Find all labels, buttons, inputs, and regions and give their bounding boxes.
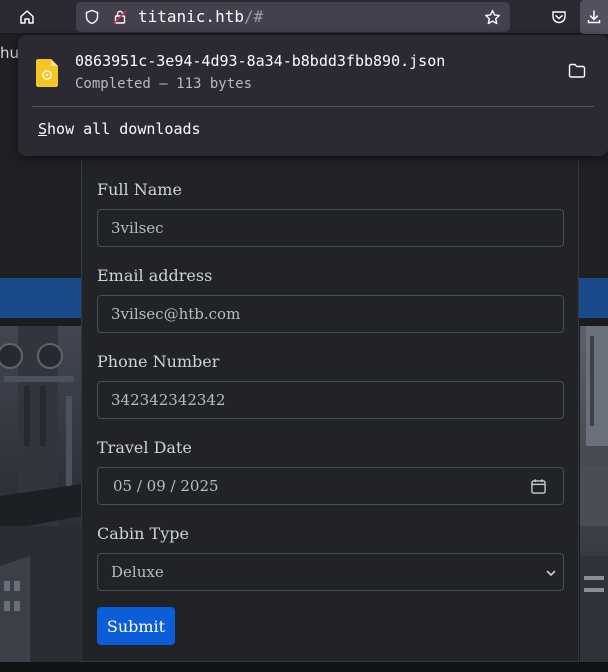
calendar-icon[interactable] bbox=[530, 478, 547, 495]
travel-date-value: 05 / 09 / 2025 bbox=[113, 477, 219, 495]
hero-image-left bbox=[0, 326, 82, 662]
chevron-down-icon bbox=[546, 570, 556, 576]
url-text: titanic.htb/# bbox=[138, 7, 264, 26]
email-label: Email address bbox=[97, 266, 213, 285]
travel-date-input[interactable]: 05 / 09 / 2025 bbox=[97, 467, 564, 505]
partial-page-text: hu bbox=[0, 44, 20, 62]
phone-input[interactable]: 342342342342 bbox=[97, 381, 564, 419]
json-file-icon bbox=[36, 59, 58, 87]
hero-image-right bbox=[580, 326, 608, 662]
full-name-label: Full Name bbox=[97, 180, 182, 199]
phone-label: Phone Number bbox=[97, 352, 220, 371]
phone-value: 342342342342 bbox=[111, 391, 226, 409]
home-button[interactable] bbox=[12, 3, 42, 31]
pocket-icon bbox=[552, 11, 566, 24]
full-name-input[interactable]: 3vilsec bbox=[97, 209, 564, 247]
cabin-type-label: Cabin Type bbox=[97, 524, 189, 543]
download-arrow-icon bbox=[587, 10, 601, 24]
bookmark-star-icon[interactable] bbox=[484, 2, 501, 32]
download-item[interactable]: 0863951c-3e94-4d93-8a34-b8bdd3fbb890.jso… bbox=[18, 35, 608, 105]
cabin-type-select[interactable]: Deluxe bbox=[97, 553, 564, 591]
full-name-value: 3vilsec bbox=[111, 219, 164, 237]
download-status: Completed — 113 bytes bbox=[75, 76, 253, 92]
pocket-button[interactable] bbox=[544, 3, 574, 31]
email-input[interactable]: 3vilsec@htb.com bbox=[97, 295, 564, 333]
downloads-button[interactable] bbox=[580, 0, 608, 34]
tracking-shield-icon[interactable] bbox=[84, 2, 100, 32]
browser-toolbar: titanic.htb/# bbox=[0, 0, 608, 34]
show-all-downloads-button[interactable]: Show all downloads bbox=[38, 120, 201, 138]
download-filename: 0863951c-3e94-4d93-8a34-b8bdd3fbb890.jso… bbox=[75, 52, 446, 70]
insecure-lock-icon[interactable] bbox=[112, 2, 128, 32]
travel-date-label: Travel Date bbox=[97, 438, 192, 457]
address-bar[interactable]: titanic.htb/# bbox=[76, 2, 510, 32]
downloads-divider bbox=[32, 106, 594, 107]
cabin-type-value: Deluxe bbox=[111, 563, 164, 581]
email-value: 3vilsec@htb.com bbox=[111, 305, 241, 323]
home-icon bbox=[20, 10, 34, 24]
submit-button[interactable]: Submit bbox=[97, 607, 175, 645]
downloads-panel: 0863951c-3e94-4d93-8a34-b8bdd3fbb890.jso… bbox=[18, 35, 608, 156]
booking-form: Full Name 3vilsec Email address 3vilsec@… bbox=[81, 160, 579, 662]
folder-icon[interactable] bbox=[568, 63, 586, 79]
page-bottom-strip bbox=[0, 662, 608, 672]
